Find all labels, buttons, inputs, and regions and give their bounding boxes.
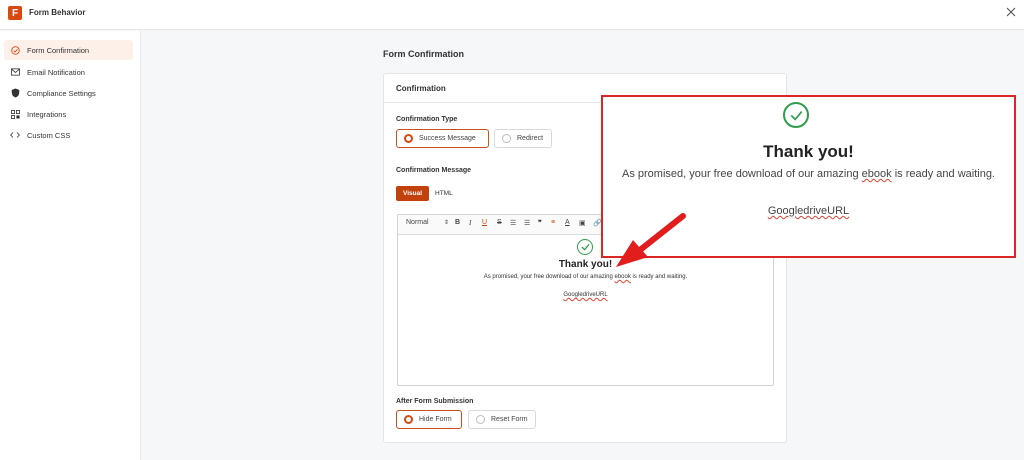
bullet-list-icon[interactable]: ☰ xyxy=(524,219,530,227)
confirmation-type-label: Confirmation Type xyxy=(396,116,458,123)
top-bar: F Form Behavior xyxy=(0,0,1024,30)
zoomed-preview-callout: Thank you! As promised, your free downlo… xyxy=(601,95,1016,258)
body-text: As promised, your free download of our a… xyxy=(621,168,862,180)
card-title: Confirmation xyxy=(396,84,446,93)
envelope-icon xyxy=(10,67,20,77)
grid-icon xyxy=(10,109,20,119)
strike-color-icon[interactable]: ≡ xyxy=(551,219,555,226)
bold-button[interactable]: B xyxy=(455,219,460,226)
after-submission-label: After Form Submission xyxy=(396,398,474,405)
sidebar-item-label: Integrations xyxy=(27,109,67,119)
sidebar-item-email-notification[interactable]: Email Notification xyxy=(4,62,133,82)
sidebar-item-label: Email Notification xyxy=(27,67,85,77)
editor-body-text: As promised, your free download of our a… xyxy=(398,274,773,280)
sidebar-item-label: Compliance Settings xyxy=(27,88,96,98)
radio-dot xyxy=(404,134,413,143)
reset-form-radio[interactable]: Reset Form xyxy=(468,410,536,429)
underline-button[interactable]: U xyxy=(482,219,487,226)
sidebar-item-integrations[interactable]: Integrations xyxy=(4,104,133,124)
close-icon xyxy=(1006,7,1016,17)
format-select[interactable]: Normal xyxy=(406,219,429,226)
editor-content[interactable]: Thank you! As promised, your free downlo… xyxy=(398,236,773,385)
strikethrough-button[interactable]: S xyxy=(497,219,502,226)
app-title: Form Behavior xyxy=(29,8,86,17)
italic-button[interactable]: I xyxy=(469,219,471,227)
radio-dot xyxy=(476,415,485,424)
link-text[interactable]: GoogledriveURL xyxy=(563,292,607,298)
radio-dot xyxy=(502,134,511,143)
blockquote-icon[interactable]: ❞ xyxy=(538,219,542,227)
app-logo: F xyxy=(8,6,22,20)
image-icon[interactable]: ▣ xyxy=(579,219,586,227)
misspelled-word: ebook xyxy=(614,274,631,280)
hide-form-radio[interactable]: Hide Form xyxy=(396,410,462,429)
sidebar: Form Confirmation Email Notification Com… xyxy=(0,31,141,460)
close-button[interactable] xyxy=(1003,4,1019,20)
tab-html[interactable]: HTML xyxy=(435,186,457,201)
confirmation-message-label: Confirmation Message xyxy=(396,167,472,174)
callout-link: GoogledriveURL xyxy=(603,205,1014,217)
radio-label: Hide Form xyxy=(419,416,452,423)
redirect-radio[interactable]: Redirect xyxy=(494,129,552,148)
callout-body-text: As promised, your free download of our a… xyxy=(603,168,1014,180)
text-color-button[interactable]: A xyxy=(565,219,570,226)
editor-heading: Thank you! xyxy=(558,259,613,270)
success-check-icon xyxy=(783,102,809,128)
sidebar-item-label: Form Confirmation xyxy=(27,45,90,55)
page-title: Form Confirmation xyxy=(383,49,464,59)
radio-label: Reset Form xyxy=(491,416,528,423)
ordered-list-icon[interactable]: ☰ xyxy=(510,219,516,227)
success-check-icon xyxy=(577,239,593,255)
tab-visual[interactable]: Visual xyxy=(396,186,429,201)
radio-label: Success Message xyxy=(419,135,476,142)
radio-label: Redirect xyxy=(517,135,544,142)
sidebar-item-form-confirmation[interactable]: Form Confirmation xyxy=(4,40,133,60)
success-message-radio[interactable]: Success Message xyxy=(396,129,489,148)
editor-link[interactable]: GoogledriveURL xyxy=(398,292,773,298)
shield-icon xyxy=(10,88,20,98)
check-circle-icon xyxy=(10,45,20,55)
sidebar-item-label: Custom CSS xyxy=(27,130,71,140)
link-text: GoogledriveURL xyxy=(767,205,850,217)
radio-dot xyxy=(404,415,413,424)
body-text: As promised, your free download of our a… xyxy=(483,274,615,280)
sidebar-item-compliance-settings[interactable]: Compliance Settings xyxy=(4,83,133,103)
body-text-end: is ready and waiting. xyxy=(630,274,688,280)
sidebar-item-custom-css[interactable]: Custom CSS xyxy=(4,125,133,145)
logo-letter: F xyxy=(11,7,19,19)
format-select-arrow-icon[interactable]: ⇕ xyxy=(444,219,449,226)
misspelled-word: ebook xyxy=(861,168,892,180)
code-icon xyxy=(10,130,20,140)
body-text-end: is ready and waiting. xyxy=(891,168,995,180)
callout-heading: Thank you! xyxy=(763,142,854,161)
